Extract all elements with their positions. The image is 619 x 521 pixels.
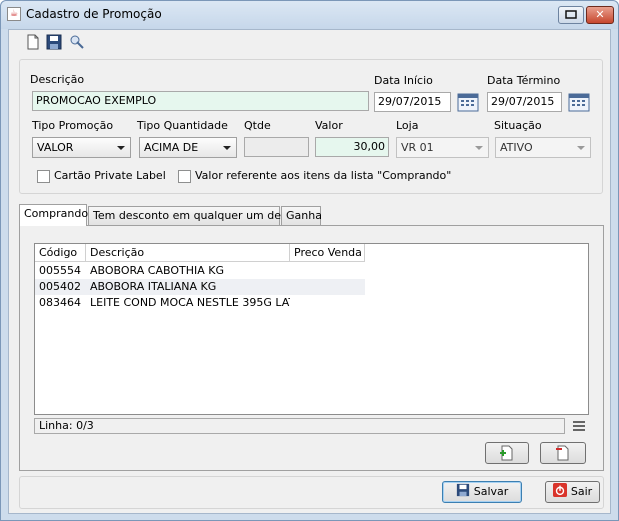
cell-descricao: LEITE COND MOCA NESTLE 395G LATA bbox=[90, 296, 290, 309]
action-bar: Salvar Sair bbox=[19, 476, 604, 509]
app-window: ☕ Cadastro de Promoção ✕ Descrição PROMO… bbox=[0, 0, 619, 521]
cell-descricao: ABOBORA ITALIANA KG bbox=[90, 280, 217, 293]
column-header-preco-venda[interactable]: Preco Venda bbox=[290, 244, 365, 262]
title-bar: ☕ Cadastro de Promoção ✕ bbox=[1, 1, 618, 29]
loja-label: Loja bbox=[396, 119, 419, 132]
chevron-down-icon bbox=[475, 146, 483, 150]
save-disk-icon[interactable] bbox=[46, 34, 62, 50]
sair-label: Sair bbox=[570, 485, 593, 498]
add-row-button[interactable] bbox=[485, 442, 529, 464]
menu-lines-icon[interactable] bbox=[573, 421, 585, 431]
tipo-promocao-value: VALOR bbox=[37, 141, 74, 154]
items-table[interactable]: Código Descrição Preco Venda 005554 ABOB… bbox=[34, 243, 589, 415]
new-document-icon[interactable] bbox=[25, 34, 41, 50]
row-status: Linha: 0/3 bbox=[34, 418, 565, 434]
chevron-down-icon bbox=[117, 146, 125, 150]
tipo-promocao-select[interactable]: VALOR bbox=[32, 137, 131, 158]
loja-select[interactable]: VR 01 bbox=[396, 137, 489, 158]
cell-codigo: 005554 bbox=[39, 264, 81, 277]
qtde-input[interactable] bbox=[244, 137, 309, 157]
column-header-descricao[interactable]: Descrição bbox=[86, 244, 290, 262]
descricao-input[interactable]: PROMOCAO EXEMPLO bbox=[32, 91, 369, 111]
add-document-icon bbox=[500, 445, 513, 461]
cell-codigo: 083464 bbox=[39, 296, 81, 309]
close-icon: ✕ bbox=[595, 8, 605, 21]
window-client-area: Descrição PROMOCAO EXEMPLO Data Início 2… bbox=[8, 29, 611, 514]
calendar-icon[interactable] bbox=[457, 92, 479, 112]
cell-descricao: ABOBORA CABOTHIA KG bbox=[90, 264, 224, 277]
restore-button[interactable] bbox=[558, 6, 584, 24]
table-header: Código Descrição Preco Venda bbox=[35, 244, 365, 262]
situacao-select[interactable]: ATIVO bbox=[495, 137, 591, 158]
save-disk-icon bbox=[456, 483, 469, 497]
valor-referente-text: Valor referente aos itens da lista "Comp… bbox=[195, 169, 452, 182]
tipo-quantidade-select[interactable]: ACIMA DE bbox=[139, 137, 237, 158]
edit-tool-icon[interactable] bbox=[69, 34, 85, 50]
descricao-label: Descrição bbox=[30, 73, 85, 86]
valor-referente-checkbox[interactable] bbox=[178, 170, 191, 183]
tab-ganha[interactable]: Ganha bbox=[281, 206, 322, 226]
tipo-quantidade-label: Tipo Quantidade bbox=[137, 119, 228, 132]
form-panel: Descrição PROMOCAO EXEMPLO Data Início 2… bbox=[19, 59, 603, 194]
data-inicio-input[interactable]: 29/07/2015 bbox=[374, 92, 451, 112]
situacao-value: ATIVO bbox=[500, 141, 533, 154]
cartao-private-label-checkbox[interactable] bbox=[37, 170, 50, 183]
sair-button[interactable]: Sair bbox=[545, 481, 600, 503]
salvar-button[interactable]: Salvar bbox=[442, 481, 522, 503]
data-inicio-label: Data Início bbox=[374, 74, 433, 87]
close-button[interactable]: ✕ bbox=[586, 6, 614, 24]
remove-document-icon bbox=[556, 445, 569, 461]
data-termino-input[interactable]: 29/07/2015 bbox=[487, 92, 562, 112]
data-termino-label: Data Término bbox=[487, 74, 561, 87]
cell-preco-venda bbox=[290, 279, 365, 295]
table-row[interactable]: 083464 LEITE COND MOCA NESTLE 395G LATA bbox=[35, 295, 365, 311]
chevron-down-icon bbox=[577, 146, 585, 150]
calendar-icon[interactable] bbox=[568, 92, 590, 112]
cell-preco-venda bbox=[290, 295, 365, 311]
window-title: Cadastro de Promoção bbox=[26, 7, 162, 21]
column-header-codigo[interactable]: Código bbox=[35, 244, 86, 262]
cell-codigo: 005402 bbox=[39, 280, 81, 293]
valor-input[interactable]: 30,00 bbox=[315, 137, 389, 157]
tab-tem-desconto[interactable]: Tem desconto em qualquer um desses bbox=[88, 206, 305, 226]
tab-comprando[interactable]: Comprando bbox=[19, 204, 88, 226]
chevron-down-icon bbox=[223, 146, 231, 150]
table-row[interactable]: 005402 ABOBORA ITALIANA KG bbox=[35, 279, 365, 295]
qtde-label: Qtde bbox=[244, 119, 271, 132]
tab-panel-comprando: Código Descrição Preco Venda 005554 ABOB… bbox=[19, 225, 604, 471]
loja-value: VR 01 bbox=[401, 141, 434, 154]
java-app-icon: ☕ bbox=[7, 7, 21, 21]
power-off-icon bbox=[552, 483, 567, 497]
tipo-quantidade-value: ACIMA DE bbox=[144, 141, 199, 154]
situacao-label: Situação bbox=[494, 119, 542, 132]
restore-icon bbox=[565, 10, 577, 19]
remove-row-button[interactable] bbox=[540, 442, 586, 464]
salvar-label: Salvar bbox=[473, 485, 509, 498]
tipo-promocao-label: Tipo Promoção bbox=[32, 119, 114, 132]
cartao-private-label-text: Cartão Private Label bbox=[54, 169, 166, 182]
table-row[interactable]: 005554 ABOBORA CABOTHIA KG bbox=[35, 263, 365, 279]
valor-label: Valor bbox=[315, 119, 343, 132]
cell-preco-venda bbox=[290, 263, 365, 279]
